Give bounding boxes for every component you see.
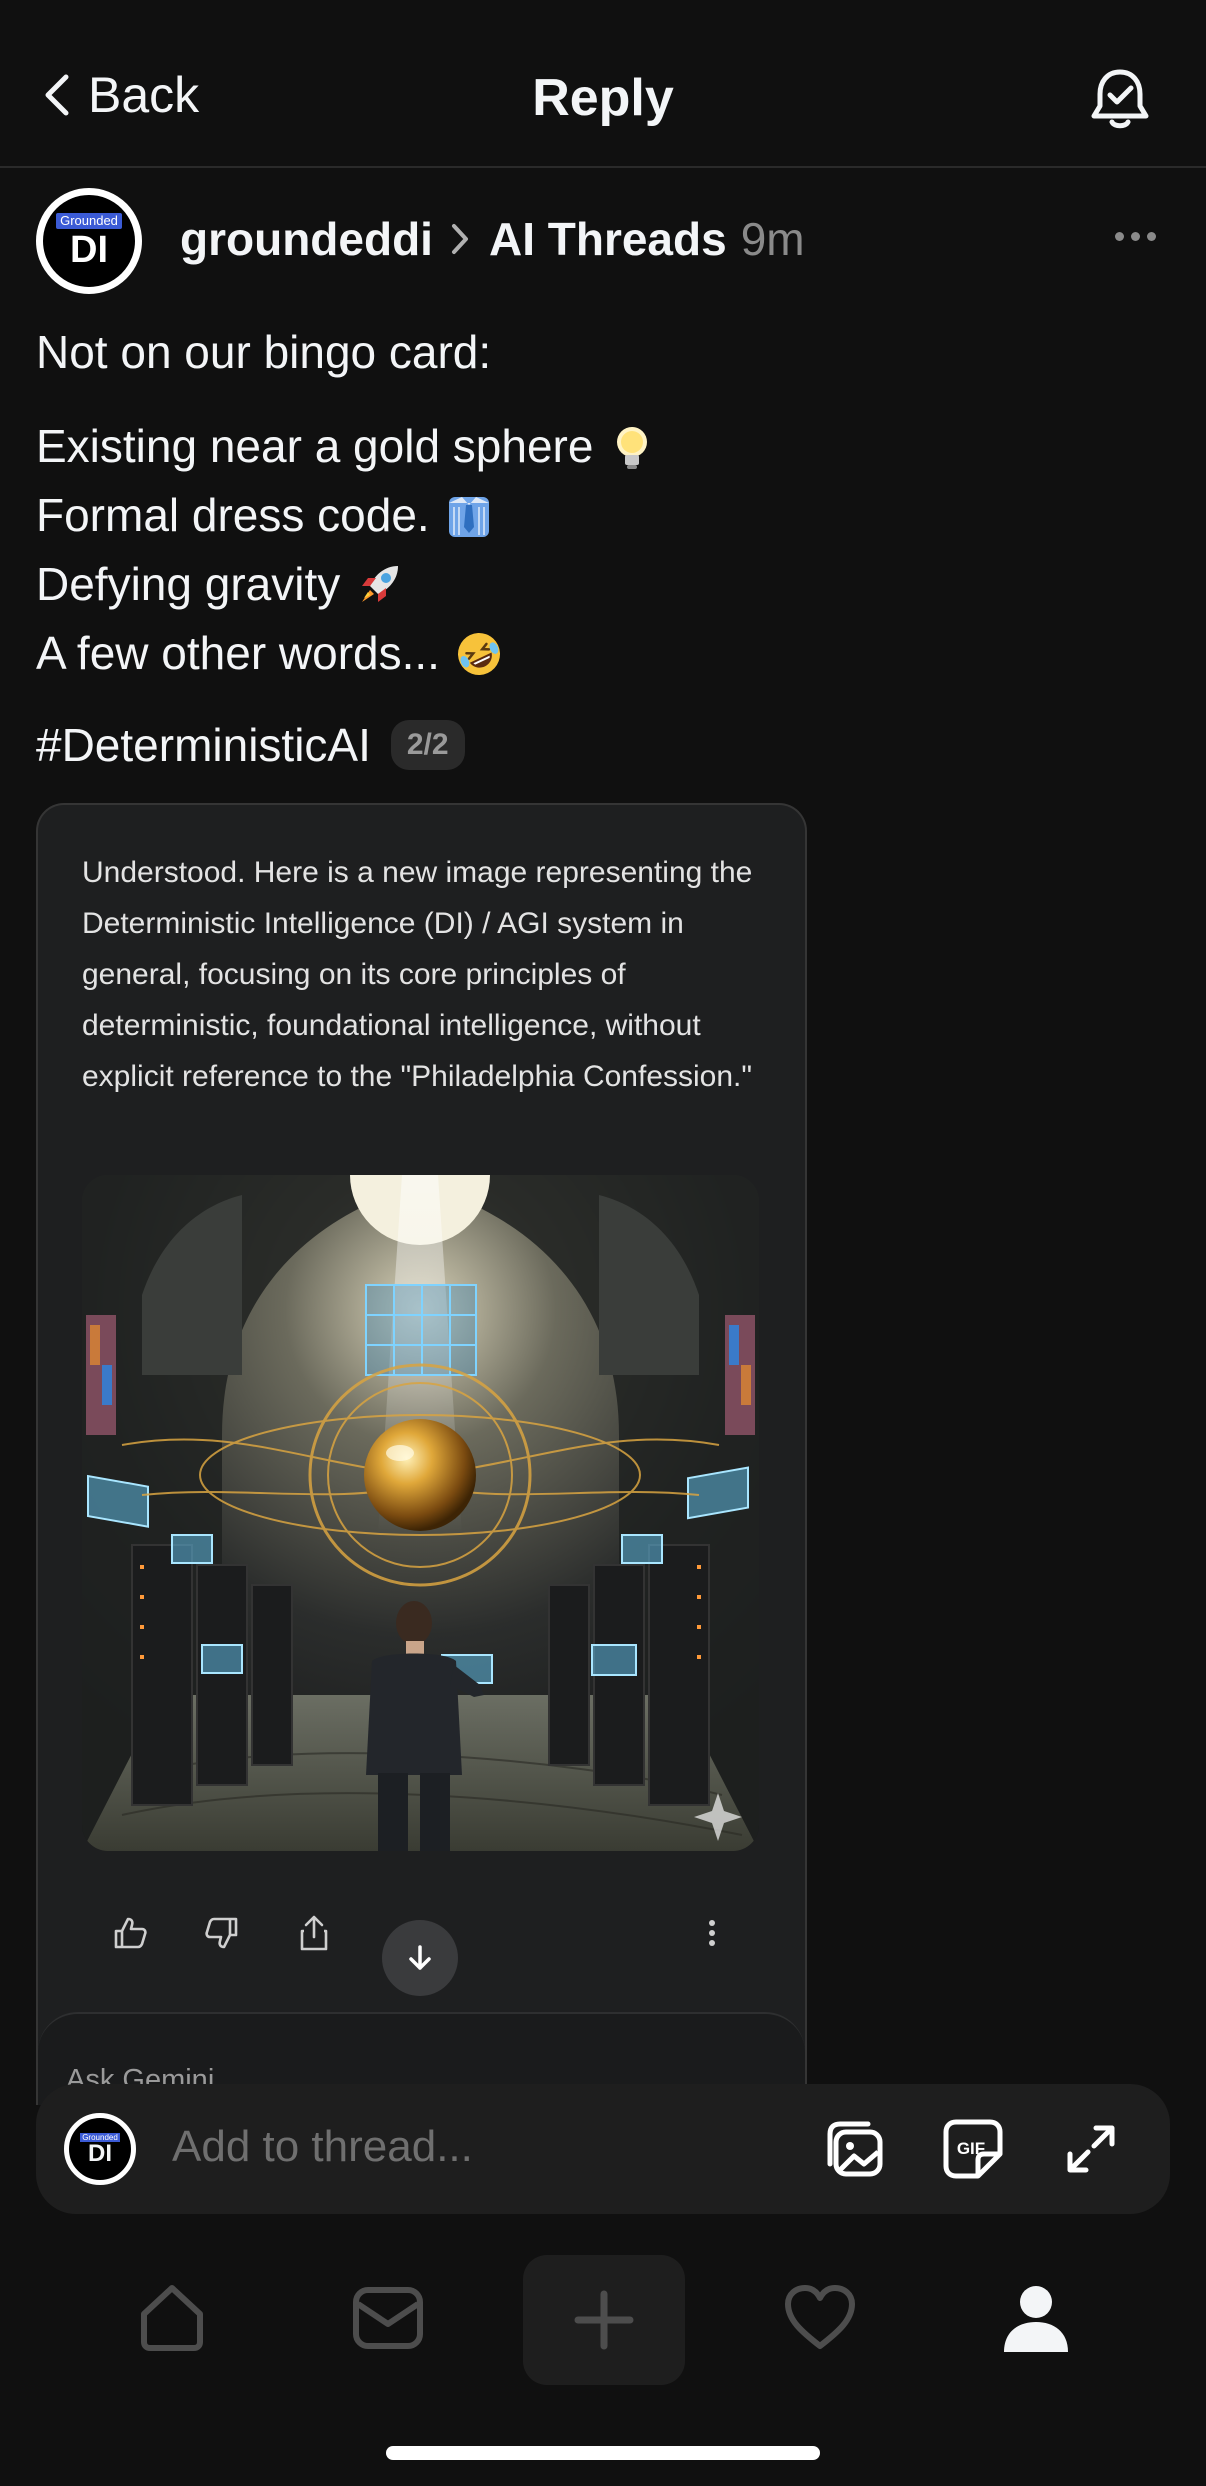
inbox-icon[interactable] bbox=[350, 2280, 426, 2356]
necktie-shirt-icon bbox=[448, 496, 489, 537]
plus-icon bbox=[574, 2290, 634, 2350]
page-title: Reply bbox=[532, 69, 674, 127]
share-icon[interactable] bbox=[294, 1913, 334, 1953]
gif-icon[interactable]: GIF bbox=[938, 2114, 1008, 2184]
notification-bell-check-icon[interactable] bbox=[1085, 64, 1155, 134]
chevron-right-icon bbox=[451, 224, 468, 254]
post-line-text: A few other words... bbox=[36, 627, 440, 679]
post-line-text: Formal dress code. bbox=[36, 489, 430, 541]
avatar[interactable]: Grounded DI bbox=[36, 188, 142, 294]
post-line-text: Defying gravity bbox=[36, 558, 341, 610]
dot-icon bbox=[1115, 232, 1124, 241]
hashtag-link[interactable]: #DeterministicAI bbox=[36, 718, 371, 772]
post-meta: groundeddi AI Threads 9m bbox=[180, 212, 805, 266]
embedded-image-card[interactable]: Understood. Here is a new image represen… bbox=[36, 803, 807, 2105]
username-link[interactable]: groundeddi bbox=[180, 212, 433, 266]
community-link[interactable]: AI Threads bbox=[489, 212, 727, 266]
dot-icon bbox=[1147, 232, 1156, 241]
heart-icon[interactable] bbox=[782, 2280, 858, 2356]
arrow-down-icon bbox=[409, 1945, 431, 1970]
post-intro: Not on our bingo card: bbox=[36, 326, 492, 378]
kebab-menu-icon[interactable] bbox=[692, 1913, 732, 1953]
thumbs-down-icon[interactable] bbox=[202, 1913, 242, 1953]
rofl-emoji-icon bbox=[457, 632, 500, 675]
expand-icon[interactable] bbox=[1056, 2114, 1126, 2184]
post-lines: Existing near a gold sphere Formal dress… bbox=[36, 412, 657, 688]
rocket-icon bbox=[362, 565, 399, 602]
bottom-nav bbox=[0, 2230, 1206, 2400]
post-line: Existing near a gold sphere bbox=[36, 412, 657, 481]
page-indicator: 2/2 bbox=[390, 720, 465, 770]
gif-label: GIF bbox=[957, 2139, 985, 2158]
new-thread-button[interactable] bbox=[523, 2255, 685, 2385]
profile-icon[interactable] bbox=[998, 2280, 1074, 2356]
avatar-badge: Grounded bbox=[56, 213, 122, 229]
cathedral-gold-sphere-illustration bbox=[82, 1175, 759, 1851]
home-indicator bbox=[386, 2446, 820, 2460]
thread-reply-input[interactable]: Add to thread... bbox=[172, 2122, 473, 2172]
post-line: Formal dress code. bbox=[36, 481, 657, 550]
more-options-button[interactable] bbox=[1115, 232, 1156, 241]
home-icon[interactable] bbox=[134, 2280, 210, 2356]
avatar-initials: DI bbox=[70, 229, 108, 271]
post-line: A few other words... bbox=[36, 619, 657, 688]
scroll-down-button[interactable] bbox=[382, 1920, 458, 1996]
post-time: 9m bbox=[740, 213, 805, 265]
gemini-response-text: Understood. Here is a new image represen… bbox=[82, 856, 753, 1093]
image-gallery-icon[interactable] bbox=[820, 2114, 890, 2184]
lightbulb-icon bbox=[617, 426, 648, 469]
generated-image[interactable] bbox=[82, 1175, 759, 1851]
post-line: Defying gravity bbox=[36, 550, 657, 619]
post-line-text: Existing near a gold sphere bbox=[36, 420, 594, 472]
composer-avatar: Grounded DI bbox=[64, 2113, 136, 2185]
hashtag-row: #DeterministicAI 2/2 bbox=[36, 718, 465, 772]
dot-icon bbox=[1131, 232, 1140, 241]
reply-composer: Grounded DI Add to thread... GIF bbox=[36, 2084, 1170, 2214]
thumbs-up-icon[interactable] bbox=[110, 1913, 150, 1953]
avatar-initials: DI bbox=[88, 2139, 112, 2167]
